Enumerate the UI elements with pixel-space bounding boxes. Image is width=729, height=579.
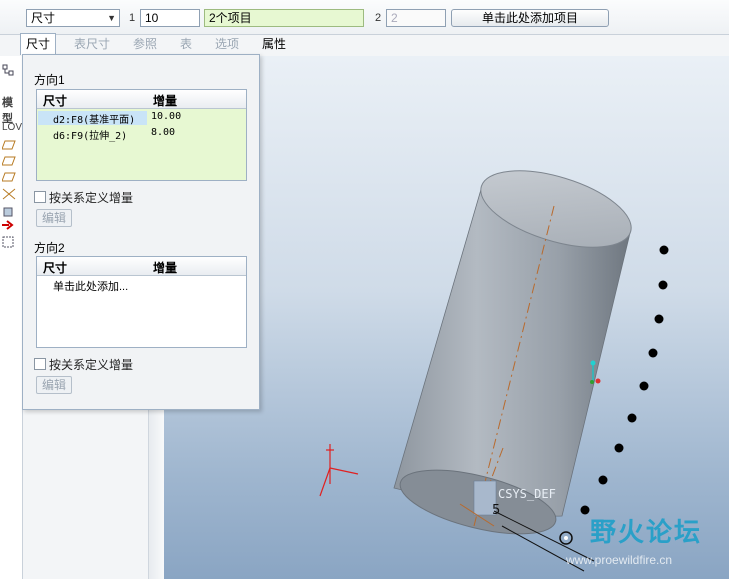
direction2-label: 2 (375, 12, 382, 24)
column-header-increment: 增量 (153, 94, 178, 108)
model-tree-root[interactable]: LOV (2, 122, 22, 133)
direction2-edit-button[interactable]: 编辑 (36, 376, 72, 394)
column-header-dimension: 尺寸 (43, 94, 68, 108)
dimension-cell: d2:F8(基准平面) (38, 111, 147, 126)
datum-plane-icon[interactable] (1, 172, 16, 185)
table-row[interactable]: d6:F9(拉伸_2) 8.00 (37, 125, 246, 142)
direction1-edit-button[interactable]: 编辑 (36, 209, 72, 227)
chevron-down-icon: ▼ (107, 13, 116, 23)
increment-cell[interactable]: 10.00 (151, 111, 181, 122)
direction2-add-items-button[interactable]: 单击此处添加项目 (451, 9, 609, 27)
direction1-dimension-table[interactable]: 尺寸 增量 d2:F8(基准平面) 10.00 d6:F9(拉伸_2) 8.00 (36, 89, 247, 181)
dimension-value-label: 5 (492, 503, 500, 518)
tab-dimensions[interactable]: 尺寸 (20, 33, 57, 55)
direction2-dimension-table[interactable]: 尺寸 增量 单击此处添加... (36, 256, 247, 348)
coordinate-system-icon[interactable] (2, 188, 16, 203)
coordinate-system-icon (319, 444, 359, 497)
increment-cell[interactable]: 8.00 (151, 127, 175, 138)
extrude-feature-icon[interactable] (2, 206, 14, 221)
dimension-cell: d6:F9(拉伸_2) (53, 131, 128, 142)
direction2-count-input[interactable]: 2 (386, 9, 446, 27)
watermark-url: www.proewildfire.cn (566, 553, 673, 567)
checkbox-label: 按关系定义增量 (49, 358, 134, 372)
dimensions-panel: 方向1 尺寸 增量 d2:F8(基准平面) 10.00 d6:F9(拉伸_2) … (22, 54, 260, 410)
tree-view-icon[interactable] (2, 64, 14, 79)
table-row[interactable]: d2:F8(基准平面) 10.00 (37, 109, 246, 126)
csys-label: CSYS_DEF (498, 487, 556, 501)
direction2-relation-checkbox[interactable]: 按关系定义增量 (34, 356, 133, 373)
tab-references[interactable]: 参照 (133, 34, 157, 54)
direction1-title: 方向1 (34, 73, 65, 87)
direction1-relation-checkbox[interactable]: 按关系定义增量 (34, 189, 133, 206)
checkbox-label: 按关系定义增量 (49, 191, 134, 205)
add-dimension-placeholder: 单击此处添加... (53, 281, 129, 293)
datum-plane-icon[interactable] (1, 140, 16, 153)
insert-here-arrow-icon[interactable] (2, 220, 14, 233)
tab-properties[interactable]: 属性 (262, 34, 286, 54)
dashboard-tabs: 尺寸 表尺寸 参照 表 选项 属性 (18, 33, 348, 55)
table-header: 尺寸 增量 (37, 257, 246, 276)
checkbox-box[interactable] (34, 191, 46, 203)
table-header: 尺寸 增量 (37, 90, 246, 109)
model-tree: 模型 LOV (0, 56, 23, 579)
direction1-items-collector[interactable]: 2个项目 (204, 9, 364, 27)
checkbox-box[interactable] (34, 358, 46, 370)
column-header-increment: 增量 (153, 261, 178, 275)
tab-options[interactable]: 选项 (215, 34, 239, 54)
datum-plane-icon[interactable] (1, 156, 16, 169)
watermark-logo-text: 野火论坛 (590, 518, 703, 548)
pattern-feature-icon[interactable] (2, 236, 14, 251)
direction2-title: 方向2 (34, 241, 65, 255)
add-dimension-row[interactable]: 单击此处添加... (37, 276, 246, 293)
pattern-type-value: 尺寸 (31, 11, 56, 25)
tab-tables[interactable]: 表 (180, 34, 192, 54)
direction1-count-input[interactable]: 10 (140, 9, 200, 27)
dashboard-bar: 尺寸 ▼ 1 10 2个项目 2 2 单击此处添加项目 (0, 0, 729, 35)
direction1-label: 1 (129, 12, 136, 24)
tab-table-dimensions[interactable]: 表尺寸 (74, 34, 110, 54)
pattern-type-select[interactable]: 尺寸 ▼ (26, 9, 120, 27)
column-header-dimension: 尺寸 (43, 261, 68, 275)
